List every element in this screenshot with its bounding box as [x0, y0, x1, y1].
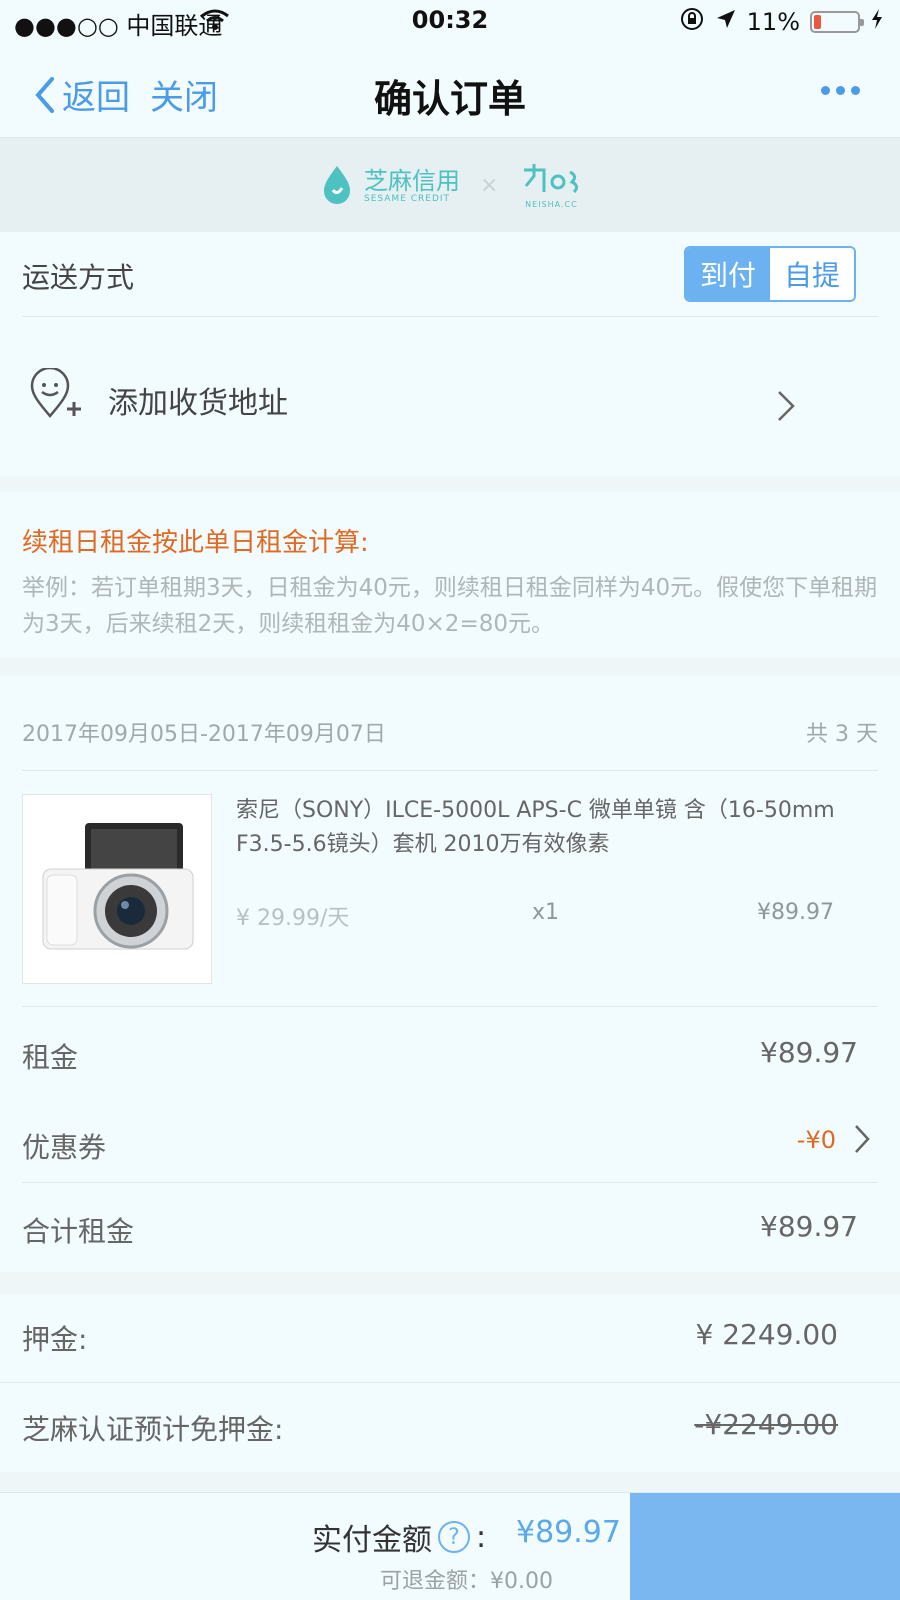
- delivery-option-cod[interactable]: 到付: [686, 248, 770, 300]
- nav-bar: 返回 关闭 确认订单: [0, 44, 900, 138]
- divider: [0, 1382, 900, 1383]
- total-rent-label: 合计租金: [22, 1215, 135, 1248]
- tip-body: 举例：若订单租期3天，日租金为40元，则续租日租金同样为40元。假使您下单租期为…: [22, 575, 878, 637]
- location-arrow-icon: [715, 8, 737, 36]
- sesame-brand-cn: 芝麻信用: [364, 166, 460, 195]
- tip-title: 续租日租金按此单日租金计算:: [22, 528, 369, 558]
- product-name: 索尼（SONY）ILCE-5000L APS-C 微单单镜 含（16-50mm …: [236, 798, 835, 857]
- status-bar: ●●●○○ 中国联通 00:32 11%: [0, 0, 900, 44]
- sesame-brand-en: SESAME CREDIT: [364, 193, 451, 204]
- pay-label-text: 实付金额: [312, 1523, 432, 1558]
- total-rent-value: ¥89.97: [760, 1210, 858, 1243]
- sesame-logo-icon: [320, 164, 354, 208]
- deposit-waiver-label: 芝麻认证预计免押金:: [22, 1413, 284, 1446]
- brand-separator: ×: [480, 173, 499, 198]
- more-dots-icon[interactable]: [821, 86, 860, 95]
- product-total: ¥89.97: [757, 900, 834, 925]
- brand-banner: 芝麻信用 SESAME CREDIT × NEISHA.CC: [0, 138, 900, 232]
- pay-amount-label: 实付金额 ? :: [312, 1515, 486, 1559]
- deposit-label: 押金:: [22, 1323, 88, 1356]
- refund-amount: 可退金额：¥0.00: [380, 1569, 553, 1594]
- neisha-brand: NEISHA.CC: [518, 162, 584, 209]
- delivery-option-pickup[interactable]: 自提: [770, 248, 854, 300]
- neisha-brand-en: NEISHA.CC: [525, 200, 578, 209]
- battery-percent: 11%: [746, 8, 800, 36]
- battery-icon: [810, 11, 864, 33]
- charging-icon: [870, 8, 884, 36]
- product-unit-price: ¥ 29.99/天: [236, 906, 350, 931]
- question-icon[interactable]: ?: [438, 1521, 470, 1553]
- add-address-link[interactable]: 添加收货地址: [108, 378, 288, 422]
- rental-date-range: 2017年09月05日-2017年09月07日: [22, 722, 386, 747]
- coupon-row[interactable]: 优惠券: [22, 1126, 106, 1166]
- delivery-toggle[interactable]: 到付 自提: [684, 246, 856, 302]
- lock-rotation-icon: [679, 6, 705, 38]
- divider: [22, 770, 878, 771]
- rent-label: 租金: [22, 1041, 79, 1074]
- deposit-waiver-value: -¥2249.00: [694, 1408, 838, 1441]
- page-title: 确认订单: [373, 77, 526, 121]
- deposit-value: ¥ 2249.00: [695, 1318, 838, 1351]
- product-image[interactable]: [22, 794, 212, 984]
- rent-value: ¥89.97: [760, 1036, 858, 1069]
- neisha-logo-icon: [524, 164, 579, 194]
- chevron-right-icon[interactable]: [776, 388, 796, 432]
- location-add-icon[interactable]: [28, 366, 84, 424]
- brand-logos: 芝麻信用 SESAME CREDIT × NEISHA.CC: [320, 162, 584, 209]
- delivery-label: 运送方式: [22, 261, 135, 294]
- pay-label-colon: :: [476, 1519, 487, 1555]
- coupon-value[interactable]: -¥0: [797, 1126, 836, 1154]
- divider: [22, 1182, 878, 1183]
- chevron-right-icon[interactable]: [854, 1124, 870, 1158]
- sesame-brand: 芝麻信用 SESAME CREDIT: [364, 168, 460, 204]
- pay-amount-value: ¥89.97: [516, 1515, 621, 1550]
- checkout-footer: 实付金额 ? : ¥89.97 可退金额：¥0.00: [0, 1492, 900, 1600]
- product-quantity: x1: [532, 900, 560, 925]
- status-right: 11%: [679, 6, 884, 38]
- divider: [22, 316, 878, 317]
- rental-day-count: 共 3 天: [806, 722, 878, 747]
- divider: [22, 1006, 878, 1007]
- submit-order-button[interactable]: [630, 1493, 900, 1600]
